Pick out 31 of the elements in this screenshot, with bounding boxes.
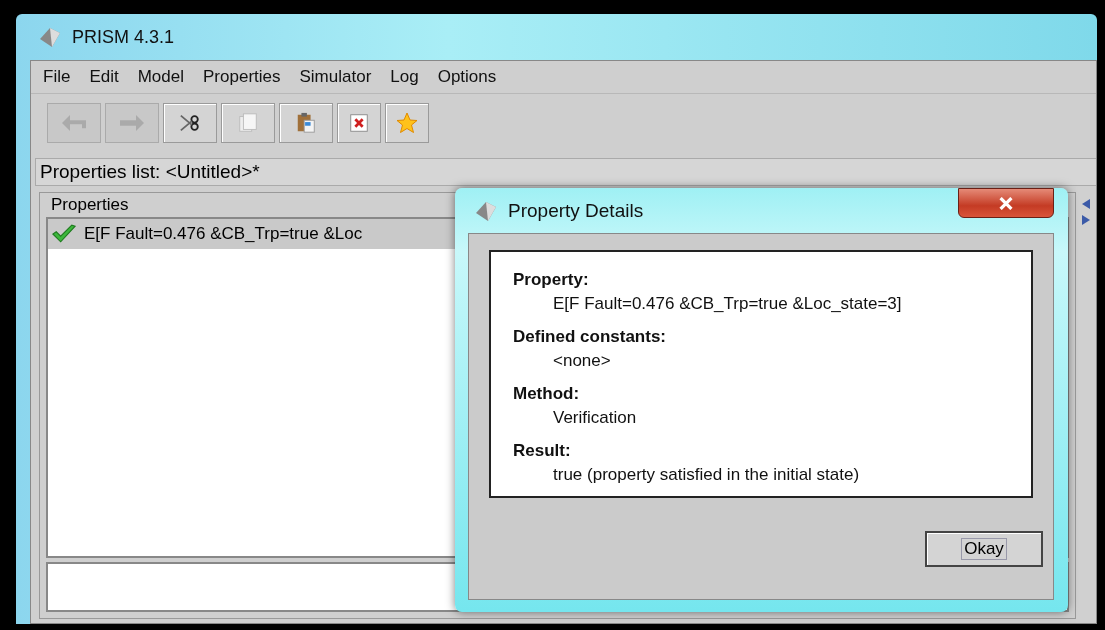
section-value: true (property satisfied in the initial state) bbox=[552, 465, 861, 485]
window-title: PRISM 4.3.1 bbox=[72, 26, 175, 48]
dialog-title: Property Details bbox=[508, 199, 644, 222]
section-value: E[F Fault=0.476 &CB_Trp=true &Loc_state=3] bbox=[552, 294, 903, 314]
property-text: E[F Fault=0.476 &CB_Trp=true &Loc bbox=[84, 224, 363, 244]
section-value: <none> bbox=[552, 351, 612, 371]
app-logo-icon bbox=[38, 25, 62, 49]
menu-item[interactable]: Properties bbox=[197, 67, 294, 87]
section-value: Verification bbox=[552, 408, 638, 428]
menu-item[interactable]: Log bbox=[384, 67, 432, 87]
section-label: Property: bbox=[513, 270, 590, 290]
scroll-right-icon[interactable] bbox=[1081, 214, 1091, 226]
menu-item[interactable]: File bbox=[37, 67, 84, 87]
section-label: Result: bbox=[513, 441, 572, 461]
section-label: Method: bbox=[513, 384, 581, 404]
delete-button[interactable] bbox=[337, 103, 381, 143]
left-arrow-icon bbox=[62, 115, 86, 131]
cut-button[interactable] bbox=[163, 103, 217, 143]
properties-list-title: Properties list: <Untitled>* bbox=[35, 158, 1096, 186]
menu-item[interactable]: Simulator bbox=[293, 67, 385, 87]
close-icon bbox=[998, 196, 1014, 210]
right-arrow-icon bbox=[120, 115, 144, 131]
menu-item[interactable]: Edit bbox=[83, 67, 132, 87]
close-button[interactable] bbox=[958, 188, 1054, 218]
section-label: Defined constants: bbox=[513, 327, 668, 347]
menu-item[interactable]: Model bbox=[131, 67, 197, 87]
okay-button[interactable]: Okay bbox=[925, 530, 1043, 567]
menu-item[interactable]: Options bbox=[431, 67, 510, 87]
scroll-left-icon[interactable] bbox=[1081, 198, 1091, 210]
paste-button[interactable] bbox=[279, 103, 333, 143]
star-button[interactable] bbox=[385, 103, 429, 143]
